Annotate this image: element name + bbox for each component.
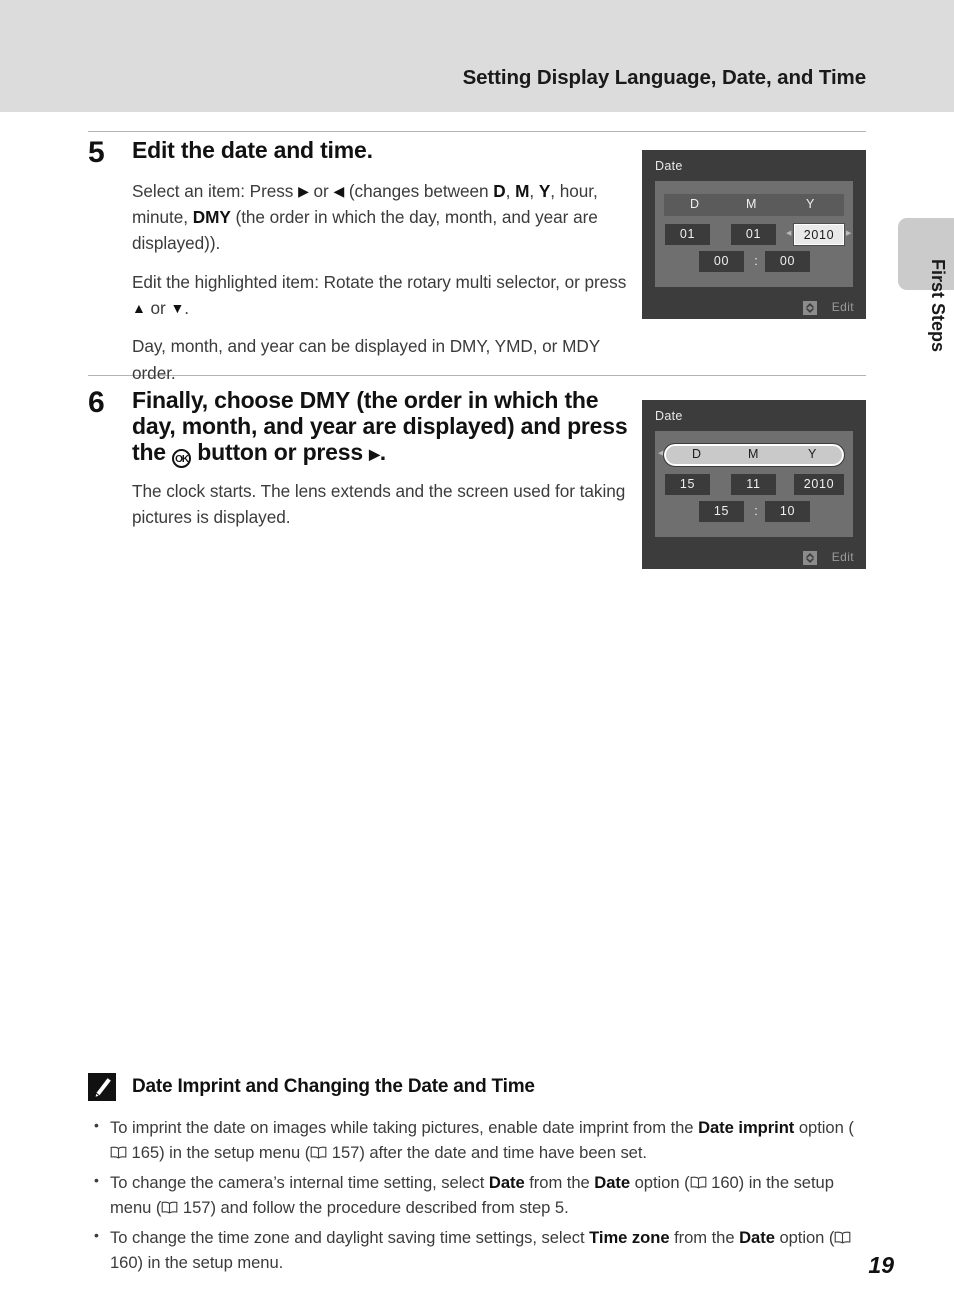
divider-top: [88, 131, 866, 132]
left-arrow-icon-2: ◀: [658, 450, 664, 457]
lcd-order-row-2[interactable]: D M Y: [663, 443, 845, 467]
step-6-heading: Finally, choose DMY (the order in which …: [132, 387, 633, 468]
step-6: 6 Finally, choose DMY (the order in whic…: [88, 386, 633, 530]
lcd-time-separator-1: :: [754, 254, 758, 268]
lcd-footer-2: Edit: [642, 547, 866, 569]
lcd-footer-1: Edit: [642, 297, 866, 319]
step-5: 5 Edit the date and time. Select an item…: [88, 136, 633, 386]
rotary-updown-icon-1: [803, 301, 817, 315]
right-arrow-icon-1: ▶: [846, 230, 852, 237]
left-arrow-icon-1: ◀: [786, 230, 792, 237]
lcd-year-value-1[interactable]: 2010: [793, 223, 845, 246]
lcd-col-d-2: D: [692, 447, 702, 461]
note-list: To imprint the date on images while taki…: [88, 1115, 866, 1275]
lcd-footer-label-1: Edit: [831, 300, 854, 314]
note-header: Date Imprint and Changing the Date and T…: [88, 1073, 866, 1103]
book-page-icon: [161, 1201, 178, 1214]
lcd-panel-1: D M Y 01 01 ◀ 2010 ▶ 00 : 00: [655, 181, 853, 287]
emphasis-text: DMY: [192, 207, 231, 228]
lcd-col-d-1: D: [690, 197, 700, 211]
lcd-minute-value-2[interactable]: 10: [765, 501, 810, 522]
note-title: Date Imprint and Changing the Date and T…: [132, 1076, 535, 1097]
lcd-hour-value-2[interactable]: 15: [699, 501, 744, 522]
note-item: To change the camera’s internal time set…: [88, 1170, 866, 1221]
emphasis-text: DMY: [299, 387, 351, 413]
page-header-band: Setting Display Language, Date, and Time: [0, 0, 954, 112]
page-title: Setting Display Language, Date, and Time: [462, 66, 867, 89]
emphasis-text: D: [493, 180, 506, 201]
lcd-footer-label-2: Edit: [831, 550, 854, 564]
lcd-month-value-1[interactable]: 01: [731, 224, 776, 245]
right-arrow-icon: ▶: [298, 182, 309, 199]
lcd-minute-value-1[interactable]: 00: [765, 251, 810, 272]
emphasis-text: Date imprint: [698, 1118, 795, 1137]
emphasis-text: Y: [538, 180, 551, 201]
book-page-icon: [690, 1176, 707, 1189]
note-section: Date Imprint and Changing the Date and T…: [88, 1073, 866, 1279]
step-6-number: 6: [88, 386, 105, 419]
lcd-title-2: Date: [655, 409, 683, 423]
ok-button-icon: OK: [172, 448, 192, 468]
emphasis-text: Date: [739, 1227, 775, 1247]
lcd-order-row-1[interactable]: D M Y: [664, 194, 844, 216]
step-5-paragraph-3: Day, month, and year can be displayed in…: [132, 336, 600, 383]
step-5-heading: Edit the date and time.: [132, 137, 373, 163]
step-5-body: Edit the date and time. Select an item: …: [132, 137, 633, 386]
lcd-col-y-1: Y: [806, 197, 815, 211]
step-5-number: 5: [88, 136, 105, 169]
page-number: 19: [868, 1252, 894, 1278]
emphasis-text: M: [515, 180, 530, 201]
emphasis-text: Date: [594, 1172, 631, 1192]
step-5-paragraph-1: Select an item: Press ▶ or ◀ (changes be…: [132, 180, 598, 254]
step-5-paragraph-2: Edit the highlighted item: Rotate the ro…: [132, 271, 627, 318]
lcd-col-m-2: M: [748, 447, 759, 461]
book-page-icon: [834, 1231, 851, 1244]
lcd-hour-value-1[interactable]: 00: [699, 251, 744, 272]
book-page-icon: [310, 1146, 327, 1159]
lcd-title-1: Date: [655, 159, 683, 173]
right-arrow-icon: ▶: [369, 445, 380, 462]
lcd-day-value-2[interactable]: 15: [665, 474, 710, 495]
lcd-panel-2: ◀ D M Y 15 11 2010 15 : 10: [655, 431, 853, 537]
section-tab-label: First Steps: [928, 259, 948, 353]
down-arrow-icon: ▼: [170, 300, 185, 316]
note-item: To imprint the date on images while taki…: [88, 1115, 866, 1166]
up-arrow-icon: ▲: [132, 300, 146, 316]
pencil-icon: [88, 1073, 116, 1101]
emphasis-text: Time zone: [589, 1227, 670, 1247]
rotary-updown-icon-2: [803, 551, 817, 565]
lcd-time-separator-2: :: [754, 504, 758, 518]
book-page-icon: [110, 1146, 127, 1159]
lcd-day-value-1[interactable]: 01: [665, 224, 710, 245]
lcd-month-value-2[interactable]: 11: [731, 474, 776, 495]
note-item: To change the time zone and daylight sav…: [88, 1225, 866, 1276]
lcd-col-y-2: Y: [808, 447, 817, 461]
emphasis-text: Date: [488, 1172, 525, 1192]
step-6-body: Finally, choose DMY (the order in which …: [132, 387, 633, 530]
left-arrow-icon: ◀: [333, 182, 345, 199]
camera-screen-date-step6: Date ◀ D M Y 15 11 2010 15 : 10 Edit: [642, 400, 866, 569]
lcd-year-value-2[interactable]: 2010: [794, 474, 844, 495]
camera-screen-date-step5: Date D M Y 01 01 ◀ 2010 ▶ 00 : 00 Edit: [642, 150, 866, 319]
step-6-paragraph-1: The clock starts. The lens extends and t…: [132, 480, 626, 527]
lcd-col-m-1: M: [746, 197, 757, 211]
